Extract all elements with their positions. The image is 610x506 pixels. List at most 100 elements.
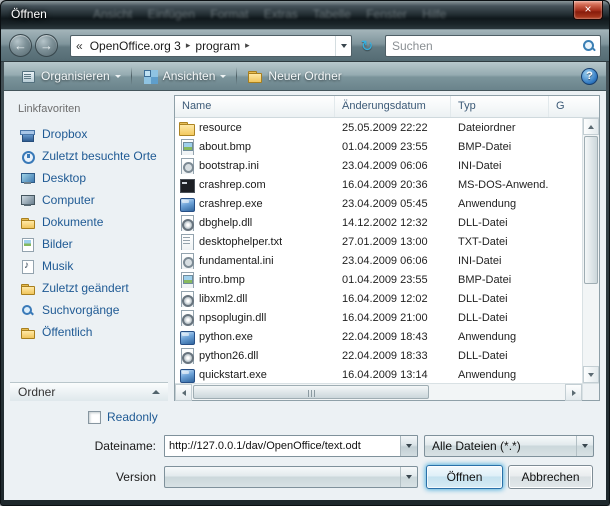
file-row[interactable]: libxml2.dll16.04.2009 12:02DLL-Datei	[175, 289, 582, 308]
refresh-button[interactable]: ↻	[355, 35, 379, 57]
file-row[interactable]: fundamental.ini23.04.2009 06:06INI-Datei	[175, 251, 582, 270]
breadcrumb[interactable]: « OpenOffice.org 3▸program▸	[70, 35, 352, 57]
sidebar-item-dropbox[interactable]: Dropbox	[10, 123, 168, 145]
sidebar-item-recent-changed[interactable]: Zuletzt geändert	[10, 277, 168, 299]
file-row[interactable]: bootstrap.ini23.04.2009 06:06INI-Datei	[175, 156, 582, 175]
file-date: 23.04.2009 06:06	[335, 255, 451, 267]
breadcrumb-item[interactable]: OpenOffice.org 3	[87, 39, 184, 53]
file-date: 22.04.2009 18:33	[335, 350, 451, 362]
file-name: resource	[199, 122, 242, 134]
sidebar-item-music[interactable]: Musik	[10, 255, 168, 277]
scroll-up-button[interactable]	[583, 118, 599, 135]
sidebar-item-searches[interactable]: Suchvorgänge	[10, 299, 168, 321]
folders-expander[interactable]: Ordner	[10, 382, 168, 401]
file-type: BMP-Datei	[451, 274, 549, 286]
new-folder-button[interactable]: Neuer Ordner	[239, 65, 349, 87]
scrollbar-corner	[582, 384, 599, 400]
desktop-icon	[20, 171, 35, 186]
column-header-1[interactable]: Änderungsdatum	[335, 96, 451, 117]
sidebar-item-recent-places[interactable]: Zuletzt besuchte Orte	[10, 145, 168, 167]
image-file-icon	[179, 139, 195, 155]
sidebar-item-computer[interactable]: Computer	[10, 189, 168, 211]
titlebar[interactable]: Ansicht Einfügen Format Extras Tabelle F…	[1, 1, 609, 29]
file-row[interactable]: about.bmp01.04.2009 23:55BMP-Datei	[175, 137, 582, 156]
views-button[interactable]: Ansichten	[134, 65, 235, 87]
help-button[interactable]: ?	[581, 68, 598, 85]
search-input[interactable]	[392, 39, 582, 53]
dll-file-icon	[179, 291, 195, 307]
horizontal-scroll-track[interactable]	[430, 384, 565, 400]
open-button[interactable]: Öffnen	[426, 465, 503, 489]
version-select[interactable]	[164, 466, 418, 488]
breadcrumb-dropdown-button[interactable]	[335, 36, 351, 56]
horizontal-scroll-thumb[interactable]	[193, 385, 429, 399]
vertical-scroll-thumb[interactable]	[584, 136, 598, 284]
breadcrumb-item[interactable]: program	[192, 39, 243, 53]
sidebar-item-desktop[interactable]: Desktop	[10, 167, 168, 189]
forward-button[interactable]: →	[35, 34, 58, 57]
file-type: MS-DOS-Anwend...	[451, 179, 549, 191]
views-label: Ansichten	[163, 69, 216, 83]
sidebar-item-label: Suchvorgänge	[42, 303, 119, 317]
column-header-2[interactable]: Typ	[451, 96, 549, 117]
file-name: crashrep.exe	[199, 198, 263, 210]
file-row[interactable]: intro.bmp01.04.2009 23:55BMP-Datei	[175, 270, 582, 289]
scroll-down-button[interactable]	[583, 366, 599, 383]
favorites-sidebar: Linkfavoriten DropboxZuletzt besuchte Or…	[10, 95, 168, 401]
sidebar-item-label: Bilder	[42, 237, 73, 251]
vertical-scrollbar[interactable]	[582, 118, 599, 383]
close-icon: ×	[584, 2, 591, 16]
file-row[interactable]: npsoplugin.dll16.04.2009 21:00DLL-Datei	[175, 308, 582, 327]
breadcrumb-overflow-icon[interactable]: «	[76, 39, 83, 53]
file-row[interactable]: python26.dll22.04.2009 18:33DLL-Datei	[175, 346, 582, 365]
new-folder-icon	[247, 68, 263, 84]
search-box[interactable]	[385, 35, 601, 57]
file-name: desktophelper.txt	[199, 236, 282, 248]
version-dropdown-button[interactable]	[400, 467, 417, 487]
filename-input[interactable]	[165, 436, 400, 456]
file-name: dbghelp.dll	[199, 217, 252, 229]
file-row[interactable]: crashrep.exe23.04.2009 05:45Anwendung	[175, 194, 582, 213]
back-button[interactable]: ←	[9, 34, 32, 57]
file-type: DLL-Datei	[451, 217, 549, 229]
file-row[interactable]: python.exe22.04.2009 18:43Anwendung	[175, 327, 582, 346]
close-button[interactable]: ×	[573, 1, 603, 20]
file-row[interactable]: crashrep.com16.04.2009 20:36MS-DOS-Anwen…	[175, 175, 582, 194]
file-row[interactable]: quickstart.exe16.04.2009 13:14Anwendung	[175, 365, 582, 383]
list-header: NameÄnderungsdatumTypG	[175, 96, 599, 118]
file-date: 22.04.2009 18:43	[335, 331, 451, 343]
arrow-left-icon	[182, 390, 186, 396]
music-icon	[20, 259, 35, 274]
filename-dropdown-button[interactable]	[400, 436, 417, 456]
file-type: BMP-Datei	[451, 141, 549, 153]
sidebar-item-documents[interactable]: Dokumente	[10, 211, 168, 233]
arrow-right-icon	[572, 390, 576, 396]
breadcrumb-separator-icon[interactable]: ▸	[184, 40, 193, 51]
filename-combobox[interactable]	[164, 435, 418, 457]
horizontal-scrollbar[interactable]	[175, 384, 582, 400]
readonly-label[interactable]: Readonly	[107, 410, 158, 424]
cancel-button[interactable]: Abbrechen	[508, 465, 593, 489]
file-name: fundamental.ini	[199, 255, 274, 267]
file-row[interactable]: dbghelp.dll14.12.2002 12:32DLL-Datei	[175, 213, 582, 232]
scroll-right-button[interactable]	[565, 384, 582, 401]
navigation-bar: ← → « OpenOffice.org 3▸program▸ ↻	[1, 29, 609, 62]
toolbar-separator	[131, 67, 132, 85]
filetype-select[interactable]: Alle Dateien (*.*)	[424, 435, 594, 457]
column-header-3[interactable]: G	[549, 96, 599, 117]
filetype-dropdown-button[interactable]	[576, 436, 593, 456]
image-file-icon	[179, 272, 195, 288]
organize-button[interactable]: Organisieren	[12, 65, 129, 87]
breadcrumb-separator-icon[interactable]: ▸	[243, 40, 252, 51]
sidebar-items: DropboxZuletzt besuchte OrteDesktopCompu…	[10, 123, 168, 382]
sidebar-item-public[interactable]: Öffentlich	[10, 321, 168, 343]
scroll-left-button[interactable]	[175, 384, 192, 401]
column-header-0[interactable]: Name	[175, 96, 335, 117]
sidebar-item-pictures[interactable]: Bilder	[10, 233, 168, 255]
file-row[interactable]: resource25.05.2009 22:22Dateiordner	[175, 118, 582, 137]
file-row[interactable]: desktophelper.txt27.01.2009 13:00TXT-Dat…	[175, 232, 582, 251]
vertical-scroll-track[interactable]	[583, 285, 599, 366]
search-icon[interactable]	[582, 39, 596, 53]
sidebar-item-label: Öffentlich	[42, 325, 92, 339]
readonly-checkbox[interactable]	[88, 411, 101, 424]
